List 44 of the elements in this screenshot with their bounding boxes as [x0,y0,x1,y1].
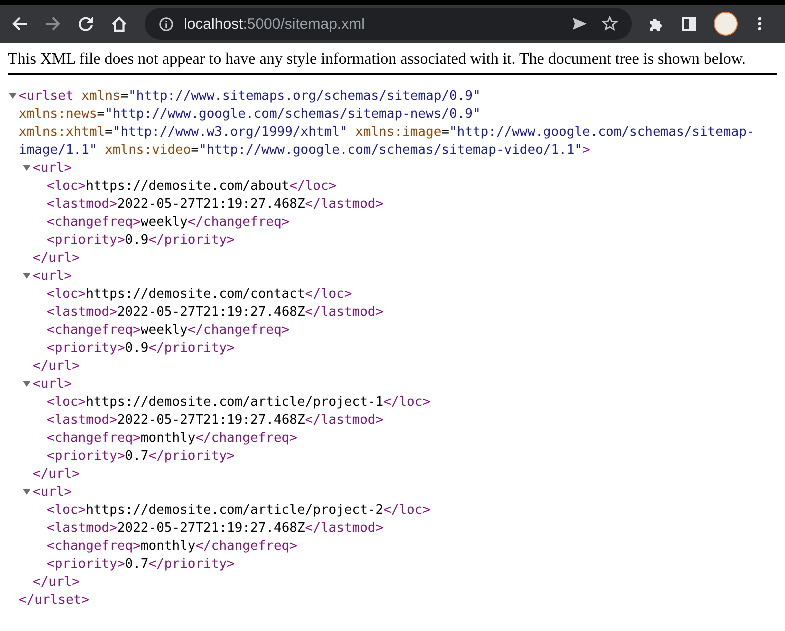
xml-close-tag: </url> [33,575,80,590]
xml-element: <loc>https://demosite.com/contact</loc> [47,287,352,302]
xml-close-tag: </url> [33,467,80,482]
xml-close-tag: </url> [33,251,80,266]
home-icon[interactable] [111,16,128,32]
expand-arrow-icon[interactable] [23,272,31,280]
xml-element: <changefreq>monthly</changefreq> [47,431,298,446]
expand-arrow-icon[interactable] [23,488,31,496]
xml-element: <priority>0.7</priority> [47,557,235,572]
expand-arrow-icon[interactable] [9,92,17,100]
xml-element: <lastmod>2022-05-27T21:19:27.468Z</lastmod> [47,413,384,428]
back-arrow-icon[interactable] [12,16,28,32]
reload-icon[interactable] [78,16,94,32]
send-icon[interactable] [572,16,588,32]
xml-element: <loc>https://demosite.com/article/project-1</loc> [47,395,431,410]
star-icon[interactable] [602,16,618,32]
xml-element: <changefreq>weekly</changefreq> [47,323,290,338]
xml-open-tag: <url> [33,485,72,500]
xml-element: <priority>0.7</priority> [47,449,235,464]
xml-element: <changefreq>monthly</changefreq> [47,539,298,554]
forward-arrow-icon[interactable] [45,16,61,32]
profile-avatar[interactable] [714,12,738,36]
expand-arrow-icon[interactable] [23,380,31,388]
xml-close-tag: </url> [33,359,80,374]
xml-element: <lastmod>2022-05-27T21:19:27.468Z</lastmod> [47,305,384,320]
xml-element: <loc>https://demosite.com/article/project-2</loc> [47,503,431,518]
expand-arrow-icon[interactable] [23,164,31,172]
xml-open-tag: <url> [33,269,72,284]
address-bar[interactable]: localhost:5000/sitemap.xml [145,8,632,40]
xml-open-tag: <url> [33,161,72,176]
xml-element: <lastmod>2022-05-27T21:19:27.468Z</lastmod> [47,521,384,536]
xml-open-tag: <url> [33,377,72,392]
info-icon[interactable] [159,16,174,32]
puzzle-icon[interactable] [648,16,664,32]
xml-element: <loc>https://demosite.com/about</loc> [47,179,337,194]
xml-close-tag: </urlset> [19,593,90,608]
xml-element: <changefreq>weekly</changefreq> [47,215,290,230]
xml-open-tag: <urlset xmlns="http://www.sitemaps.org/schemas/sitemap/0.9" xmlns:news="http://www.google.com/schemas/sitemap-news/0.9" xmlns:xhtml="http://www.w3.org/1999/xhtml" xmlns:image="http://www.google.com/schemas/sitemap-image/1.1" xmlns:video="http://www.google.com/schemas/sitemap-video/1.1"> [19,89,755,158]
xml-element: <priority>0.9</priority> [47,233,235,248]
notice-text: This XML file does not appear to have any style information associated with it. The document tree is shown below. [8,51,777,75]
side-panel-icon[interactable] [681,16,697,32]
xml-element: <lastmod>2022-05-27T21:19:27.468Z</lastmod> [47,197,384,212]
xml-element: <priority>0.9</priority> [47,341,235,356]
url-text: localhost:5000/sitemap.xml [184,16,366,32]
